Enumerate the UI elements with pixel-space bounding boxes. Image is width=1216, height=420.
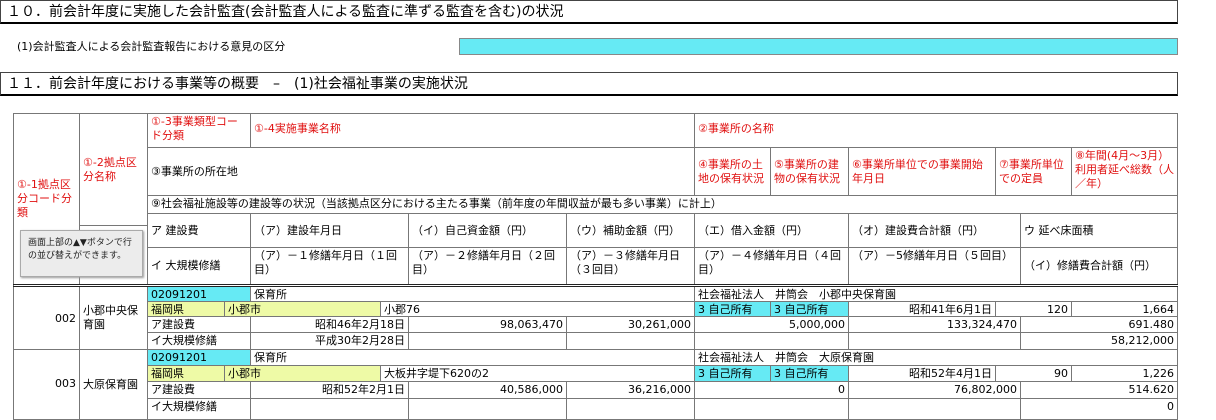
header-b-own: （イ）自己資金額（円） xyxy=(409,214,567,248)
row-repair4[interactable] xyxy=(695,333,849,350)
row-pref[interactable]: 福岡県 xyxy=(148,366,225,382)
row-repair1[interactable] xyxy=(251,399,409,420)
header-a-date: （ア）建設年月日 xyxy=(251,214,409,248)
row-loan[interactable]: 0 xyxy=(695,382,849,399)
row-start[interactable]: 昭和41年6月1日 xyxy=(849,302,996,317)
row-total[interactable]: 76,802,000 xyxy=(849,382,1021,399)
row-capacity[interactable]: 90 xyxy=(996,366,1072,382)
row-start[interactable]: 昭和52年4月1日 xyxy=(849,366,996,382)
header-start-date: ⑥事業所単位での事業開始年月日 xyxy=(849,148,996,196)
row-repair3[interactable] xyxy=(567,333,695,350)
row-own[interactable]: 40,586,000 xyxy=(409,382,567,399)
header-type-code: ①-3事業類型コード分類 xyxy=(148,114,251,148)
header-c-subsidy: （ウ）補助金額（円） xyxy=(567,214,695,248)
row-repair3[interactable] xyxy=(567,399,695,420)
row-building[interactable]: 3 自己所有 xyxy=(771,366,849,382)
row-repair-total[interactable]: 0 xyxy=(1021,399,1178,420)
header-r5: （ア）－5修繕年月日（５回目） xyxy=(849,248,1021,285)
row-repair1[interactable]: 平成30年2月28日 xyxy=(251,333,409,350)
row-land[interactable]: 3 自己所有 xyxy=(695,366,771,382)
header-facility-name: ②事業所の名称 xyxy=(695,114,1178,148)
header-i-repair: イ 大規模修繕 xyxy=(148,248,251,285)
sort-note-button[interactable]: 画面上部の▲▼ボタンで行の並び替えができます。 xyxy=(20,230,143,277)
header-annual-users: ⑧年間(4月～3月）利用者延べ総数（人／年） xyxy=(1072,148,1178,196)
header-r3: （ア）－３修繕年月日（３回目） xyxy=(567,248,695,285)
row-own[interactable]: 98,063,470 xyxy=(409,317,567,333)
row-facility[interactable]: 社会福祉法人 井筒会 大原保育園 xyxy=(695,350,1178,366)
header-r4: （ア）－４修繕年月日（４回目） xyxy=(695,248,849,285)
row-a-date[interactable]: 昭和52年2月1日 xyxy=(251,382,409,399)
row-repair2[interactable] xyxy=(409,399,567,420)
header-u-floor: ウ 延べ床面積 xyxy=(1021,214,1178,248)
header-address: ③事業所の所在地 xyxy=(148,148,695,196)
row-project[interactable]: 保育所 xyxy=(251,287,695,302)
row-subsidy[interactable]: 30,261,000 xyxy=(567,317,695,333)
row-base-code[interactable]: 002 xyxy=(14,287,80,350)
row-repair5[interactable] xyxy=(849,399,1021,420)
row-land[interactable]: 3 自己所有 xyxy=(695,302,771,317)
row-facility[interactable]: 社会福祉法人 井筒会 小郡中央保育園 xyxy=(695,287,1178,302)
row-city[interactable]: 小郡市 xyxy=(225,302,381,317)
row-base-code[interactable]: 003 xyxy=(14,350,80,420)
header-a-cost: ア 建設費 xyxy=(148,214,251,248)
row-repair5[interactable] xyxy=(849,333,1021,350)
row-building[interactable]: 3 自己所有 xyxy=(771,302,849,317)
row-loan[interactable]: 5,000,000 xyxy=(695,317,849,333)
row-floor[interactable]: 691.480 xyxy=(1021,317,1178,333)
row-addr[interactable]: 大板井字堤下620の2 xyxy=(381,366,695,382)
row-type-code[interactable]: 02091201 xyxy=(148,350,251,366)
row-repair4[interactable] xyxy=(695,399,849,420)
header-construction-status: ⑨社会福祉施設等の建設等の状況（当該拠点区分における主たる事業（前年度の年間収益… xyxy=(148,196,1178,214)
header-i-total: （イ）修繕費合計額（円） xyxy=(1021,248,1178,285)
row-capacity[interactable]: 120 xyxy=(996,302,1072,317)
row-users[interactable]: 1,664 xyxy=(1072,302,1178,317)
row-i-label: イ大規模修繕 xyxy=(148,399,251,420)
row-base-name[interactable]: 大原保育園 xyxy=(80,350,148,420)
row-floor[interactable]: 514.620 xyxy=(1021,382,1178,399)
row-total[interactable]: 133,324,470 xyxy=(849,317,1021,333)
section11-title: １１．前会計年度における事業等の概要 – (1)社会福祉事業の実施状況 xyxy=(0,72,1178,96)
header-land: ④事業所の土地の保有状況 xyxy=(695,148,771,196)
row-city[interactable]: 小郡市 xyxy=(225,366,381,382)
row-repair2[interactable] xyxy=(409,333,567,350)
row-project[interactable]: 保育所 xyxy=(251,350,695,366)
section10-title: １０．前会計年度に実施した会計監査(会計監査人による監査に準ずる監査を含む)の状… xyxy=(0,0,1178,24)
header-r1: （ア）－１修繕年月日（１回目） xyxy=(251,248,409,285)
row-subsidy[interactable]: 36,216,000 xyxy=(567,382,695,399)
row-a-label: ア建設費 xyxy=(148,317,251,333)
row-type-code[interactable]: 02091201 xyxy=(148,287,251,302)
header-capacity: ⑦事業所単位での定員 xyxy=(996,148,1072,196)
header-project-name: ①-4実施事業名称 xyxy=(251,114,695,148)
sort-note-text: 画面上部の▲▼ボタンで行の並び替えができます。 xyxy=(28,238,132,261)
row-addr[interactable]: 小郡76 xyxy=(381,302,695,317)
header-base-name: ①-2拠点区分名称 xyxy=(80,114,148,226)
header-e-total: （オ）建設費合計額（円） xyxy=(849,214,1021,248)
row-a-date[interactable]: 昭和46年2月18日 xyxy=(251,317,409,333)
audit-opinion-label: (1)会計監査人による会計監査報告における意見の区分 xyxy=(17,40,286,53)
row-repair-total[interactable]: 58,212,000 xyxy=(1021,333,1178,350)
row-a-label: ア建設費 xyxy=(148,382,251,399)
row-base-name[interactable]: 小郡中央保育園 xyxy=(80,287,148,350)
header-r2: （ア）－２修繕年月日（２回目） xyxy=(409,248,567,285)
row-users[interactable]: 1,226 xyxy=(1072,366,1178,382)
header-d-loan: （エ）借入金額（円） xyxy=(695,214,849,248)
row-i-label: イ大規模修繕 xyxy=(148,333,251,350)
row-pref[interactable]: 福岡県 xyxy=(148,302,225,317)
header-building: ⑤事業所の建物の保有状況 xyxy=(771,148,849,196)
audit-opinion-input[interactable] xyxy=(459,38,1178,55)
